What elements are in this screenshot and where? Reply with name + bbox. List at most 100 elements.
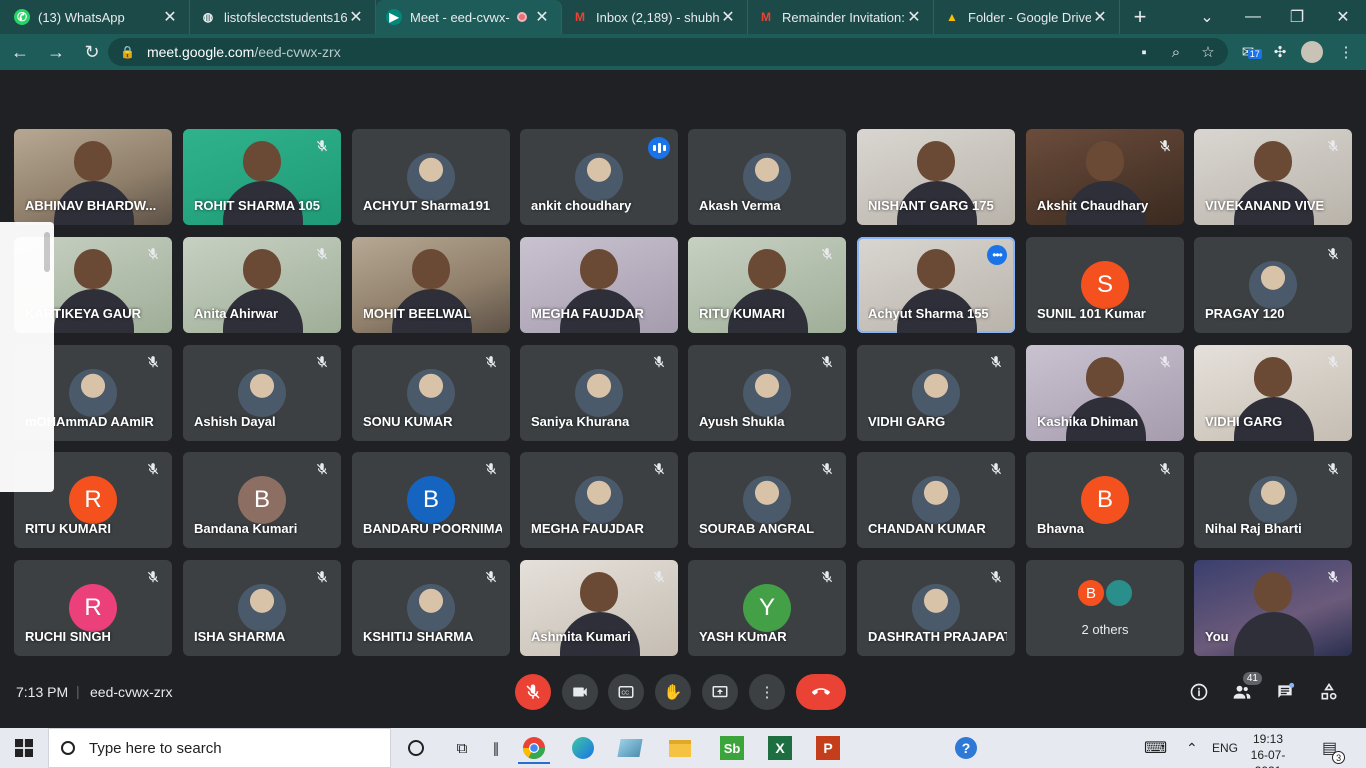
browser-tab[interactable]: ✆ (13) WhatsApp ✕ bbox=[4, 0, 190, 34]
camera-toggle-button[interactable] bbox=[562, 674, 598, 710]
participant-tile[interactable]: ABHINAV BHARDW... bbox=[14, 129, 172, 225]
participant-tile[interactable]: S SUNIL 101 Kumar bbox=[1026, 237, 1184, 333]
more-options-button[interactable]: ⋮ bbox=[749, 674, 785, 710]
panel-scrollbar[interactable] bbox=[44, 232, 50, 272]
browser-tab[interactable]: ▲ Folder - Google Drive ✕ bbox=[934, 0, 1120, 34]
leave-call-button[interactable] bbox=[796, 674, 846, 710]
participant-tile[interactable]: SONU KUMAR bbox=[352, 345, 510, 441]
powerpoint-icon[interactable]: P bbox=[812, 732, 844, 764]
windows-start-icon[interactable] bbox=[8, 732, 40, 764]
restore-icon[interactable]: ❐ bbox=[1274, 0, 1320, 34]
keyboard-icon[interactable]: ⌨ bbox=[1144, 728, 1167, 768]
participants-button[interactable]: 41 bbox=[1228, 672, 1262, 706]
bookmark-star-icon[interactable]: ☆ bbox=[1192, 34, 1224, 70]
participant-tile[interactable]: CHANDAN KUMAR bbox=[857, 452, 1015, 548]
camera-icon[interactable]: ▪ bbox=[1128, 34, 1160, 70]
participant-tile[interactable]: MEGHA FAUJDAR bbox=[520, 452, 678, 548]
participant-tile[interactable]: B Bhavna bbox=[1026, 452, 1184, 548]
participant-tile[interactable]: VIDHI GARG bbox=[857, 345, 1015, 441]
cortana-icon[interactable] bbox=[400, 732, 432, 764]
participant-tile[interactable]: PRAGAY 120 bbox=[1194, 237, 1352, 333]
task-view-icon[interactable]: ⧉ bbox=[446, 732, 478, 764]
participant-tile[interactable]: ROHIT SHARMA 105 bbox=[183, 129, 341, 225]
participant-tile[interactable]: MEGHA FAUJDAR bbox=[520, 237, 678, 333]
zoom-icon[interactable]: ⌕ bbox=[1160, 34, 1192, 70]
tab-search-icon[interactable]: ⌄ bbox=[1184, 0, 1230, 34]
browser-tab[interactable]: M Inbox (2,189) - shubha ✕ bbox=[562, 0, 748, 34]
browser-tab[interactable]: M Remainder Invitation: ✕ bbox=[748, 0, 934, 34]
profile-avatar[interactable] bbox=[1296, 34, 1328, 70]
taskbar-search-box[interactable]: Type here to search bbox=[48, 728, 391, 768]
participant-tile[interactable]: MOHIT BEELWAL bbox=[352, 237, 510, 333]
present-screen-button[interactable] bbox=[702, 674, 738, 710]
participant-tile[interactable]: SOURAB ANGRAL bbox=[688, 452, 846, 548]
participant-tile[interactable]: VIDHI GARG bbox=[1194, 345, 1352, 441]
language-indicator[interactable]: ENG bbox=[1212, 728, 1238, 768]
more-options-icon[interactable]: ••• bbox=[987, 245, 1007, 265]
participant-tile[interactable]: Kashika Dhiman bbox=[1026, 345, 1184, 441]
participant-tile[interactable]: ACHYUT Sharma191 bbox=[352, 129, 510, 225]
avatar: Y bbox=[743, 584, 791, 632]
edge-taskbar-icon[interactable] bbox=[567, 732, 599, 764]
participant-tile[interactable]: KSHITIJ SHARMA bbox=[352, 560, 510, 656]
participant-tile[interactable]: ISHA SHARMA bbox=[183, 560, 341, 656]
participant-tile[interactable]: RITU KUMARI bbox=[688, 237, 846, 333]
close-tab-icon[interactable]: ✕ bbox=[347, 7, 365, 27]
notification-icon[interactable]: ▤ 3 bbox=[1322, 728, 1346, 768]
new-tab-button[interactable]: + bbox=[1120, 0, 1160, 34]
participant-tile[interactable]: B Bandana Kumari bbox=[183, 452, 341, 548]
file-explorer-icon[interactable] bbox=[664, 732, 696, 764]
raise-hand-button[interactable]: ✋ bbox=[655, 674, 691, 710]
participant-tile[interactable]: Nihal Raj Bharti bbox=[1194, 452, 1352, 548]
address-bar[interactable]: 🔒 meet.google.com/eed-cvwx-zrx bbox=[108, 38, 1228, 66]
meeting-details-button[interactable] bbox=[1185, 678, 1213, 706]
participant-tile[interactable]: DASHRATH PRAJAPAT bbox=[857, 560, 1015, 656]
taskbar-clock[interactable]: 19:13 16-07-2021 bbox=[1238, 731, 1298, 768]
activities-button[interactable] bbox=[1315, 678, 1343, 706]
close-tab-icon[interactable]: ✕ bbox=[719, 7, 737, 27]
browser-tab[interactable]: ▶ Meet - eed-cvwx- ✕ bbox=[376, 0, 562, 34]
reload-icon[interactable]: ↻ bbox=[76, 36, 108, 68]
participant-tile[interactable]: Ayush Shukla bbox=[688, 345, 846, 441]
sticky-app-icon[interactable]: Sb bbox=[716, 732, 748, 764]
participant-tile[interactable]: B 2 others bbox=[1026, 560, 1184, 656]
forward-icon[interactable]: → bbox=[40, 36, 72, 68]
mic-toggle-button[interactable] bbox=[515, 674, 551, 710]
participant-tile[interactable]: Ashmita Kumari bbox=[520, 560, 678, 656]
excel-icon[interactable]: X bbox=[764, 732, 796, 764]
help-icon[interactable]: ? bbox=[950, 732, 982, 764]
minimize-icon[interactable]: — bbox=[1230, 0, 1276, 34]
browser-tab[interactable]: ◍ listofslecctstudents162 ✕ bbox=[190, 0, 376, 34]
participant-tile[interactable]: ankit choudhary bbox=[520, 129, 678, 225]
floating-panel[interactable] bbox=[0, 222, 54, 492]
participant-tile[interactable]: Saniya Khurana bbox=[520, 345, 678, 441]
participant-tile[interactable]: You bbox=[1194, 560, 1352, 656]
participant-tile[interactable]: R RUCHI SINGH bbox=[14, 560, 172, 656]
extensions-puzzle-icon[interactable]: ✣ bbox=[1264, 34, 1296, 70]
participant-tile[interactable]: VIVEKANAND VIVE bbox=[1194, 129, 1352, 225]
close-window-icon[interactable]: ✕ bbox=[1320, 0, 1366, 34]
close-tab-icon[interactable]: ✕ bbox=[533, 7, 551, 27]
app-taskbar-icon[interactable] bbox=[614, 732, 646, 764]
participant-tile[interactable]: Akshit Chaudhary bbox=[1026, 129, 1184, 225]
participant-tile[interactable]: B BANDARU POORNIMA bbox=[352, 452, 510, 548]
chrome-taskbar-icon[interactable] bbox=[518, 732, 550, 764]
close-tab-icon[interactable]: ✕ bbox=[905, 7, 923, 27]
participant-tile[interactable]: Y YASH KUmAR bbox=[688, 560, 846, 656]
close-tab-icon[interactable]: ✕ bbox=[161, 7, 179, 27]
participant-tile[interactable]: Ashish Dayal bbox=[183, 345, 341, 441]
avatar bbox=[1249, 261, 1297, 309]
captions-button[interactable]: CC bbox=[608, 674, 644, 710]
close-tab-icon[interactable]: ✕ bbox=[1091, 7, 1109, 27]
mail-extension-icon[interactable]: ✉17 bbox=[1232, 34, 1264, 70]
menu-kebab-icon[interactable]: ⋮ bbox=[1330, 34, 1362, 70]
participant-tile[interactable]: Anita Ahirwar bbox=[183, 237, 341, 333]
back-icon[interactable]: ← bbox=[4, 36, 36, 68]
participant-tile[interactable]: Achyut Sharma 155 ••• bbox=[857, 237, 1015, 333]
participant-tile[interactable]: NISHANT GARG 175 bbox=[857, 129, 1015, 225]
participant-tile[interactable]: Akash Verma bbox=[688, 129, 846, 225]
tray-chevron-icon[interactable]: ⌃ bbox=[1186, 728, 1198, 768]
recording-dot-icon bbox=[517, 12, 527, 22]
chat-button[interactable] bbox=[1271, 678, 1299, 706]
mic-off-icon bbox=[1156, 460, 1174, 478]
